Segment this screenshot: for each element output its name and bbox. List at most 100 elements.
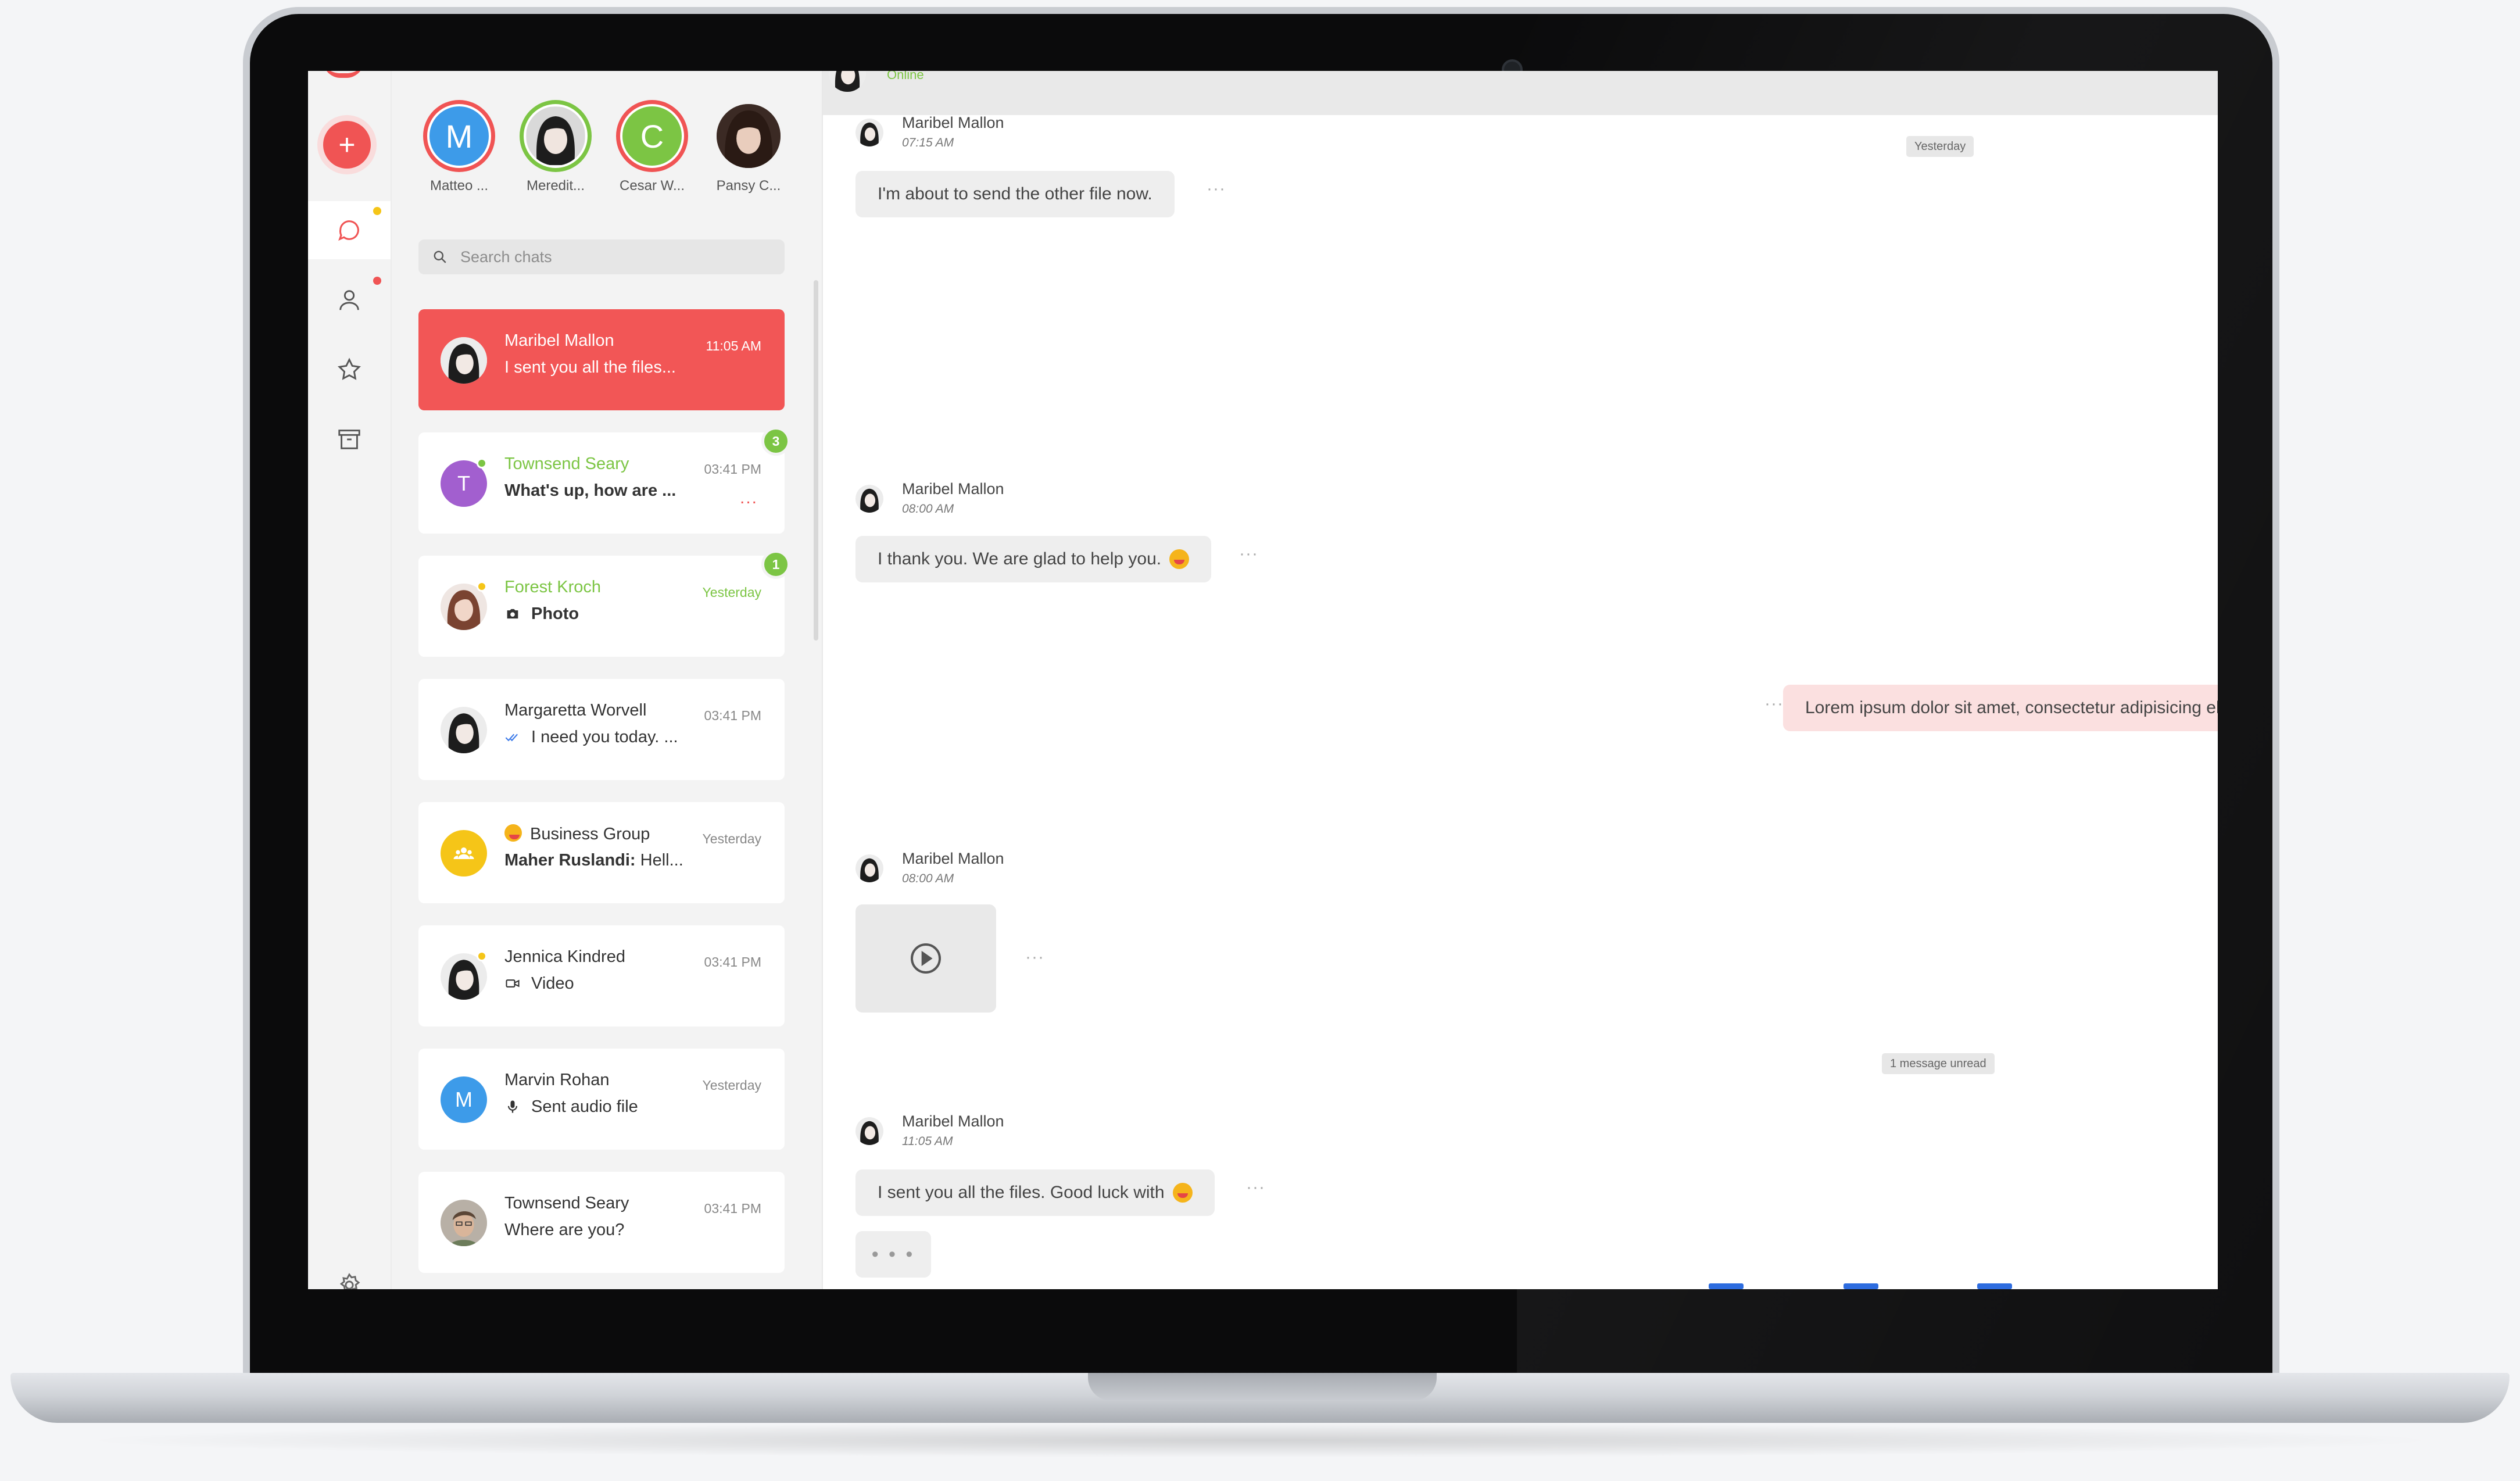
chat-preview: Sent audio file [531, 1097, 638, 1116]
avatar [717, 104, 781, 168]
portrait-icon [527, 107, 585, 165]
message-more-button[interactable]: ··· [1246, 1178, 1265, 1197]
chat-item[interactable]: Forest Kroch Photo Yesterday 1 [418, 550, 790, 657]
chat-name: Business Group [530, 825, 650, 843]
new-chat-button[interactable]: + [323, 121, 371, 169]
chat-name: Townsend Seary [504, 1194, 629, 1212]
avatar [855, 119, 883, 146]
message-time: 11:05 AM [902, 1135, 953, 1148]
nav-chats[interactable] [308, 201, 391, 259]
video-attachment[interactable] [855, 904, 996, 1013]
story-item[interactable]: Pansy C... [708, 100, 789, 194]
portrait-icon [829, 71, 866, 92]
chat-item[interactable]: Jennica Kindred Video 03:41 PM [418, 925, 785, 1026]
nav-rail: + [308, 71, 392, 1289]
composer-peek [1977, 1283, 2012, 1289]
chats-scrollbar[interactable] [814, 280, 818, 641]
chat-preview: I need you today. ... [531, 728, 678, 746]
chat-time: Yesterday [702, 1078, 761, 1093]
conversation-pane: Online Yesterday Maribel Mallon 07:15 AM… [823, 71, 2218, 1289]
chat-name: Margaretta Worvell [504, 701, 647, 720]
chat-time: 03:41 PM [704, 462, 761, 477]
chat-preview-row: Video [504, 974, 574, 993]
message-text: I sent you all the files. Good luck with [878, 1183, 1165, 1202]
portrait-icon [717, 104, 781, 168]
smiling-face-icon [1172, 1183, 1193, 1203]
avatar [441, 337, 487, 384]
smiling-face-icon [1169, 549, 1190, 569]
avatar [855, 854, 883, 882]
chat-time: 03:41 PM [704, 954, 761, 970]
gear-icon[interactable] [336, 1272, 363, 1289]
portrait-icon [441, 707, 487, 753]
message-time: 08:00 AM [902, 872, 954, 885]
star-icon [338, 357, 361, 380]
story-item[interactable]: Meredit... [515, 100, 596, 194]
plus-icon: + [338, 128, 356, 161]
chat-time: 11:05 AM [706, 338, 761, 353]
portrait-icon [441, 337, 487, 384]
composer-peek [1844, 1283, 1878, 1289]
microphone-icon [507, 1100, 518, 1113]
app-screen: + M Matteo ... Meredit... C Cesar W... P… [308, 71, 2218, 1289]
message-time: 08:00 AM [902, 502, 954, 516]
avatar [441, 707, 487, 753]
chat-time: Yesterday [702, 585, 761, 600]
nav-contacts[interactable] [308, 271, 391, 329]
laptop-shadow [70, 1423, 2450, 1458]
avatar [855, 1117, 883, 1145]
chat-item[interactable]: T Townsend Seary What's up, how are ... … [418, 427, 790, 534]
search-input[interactable]: Search chats [460, 248, 552, 266]
message-bubble[interactable]: I thank you. We are glad to help you. [855, 536, 1212, 582]
message-bubble[interactable]: I sent you all the files. Good luck with [855, 1169, 1215, 1216]
play-circle-icon[interactable] [907, 940, 944, 977]
chat-item[interactable]: Townsend Seary Where are you? 03:41 PM [418, 1172, 785, 1273]
avatar: M [441, 1076, 487, 1123]
nav-archive[interactable] [308, 410, 391, 468]
chat-time: Yesterday [702, 831, 761, 846]
search-icon [434, 251, 446, 263]
laptop-notch [1088, 1373, 1437, 1401]
chat-preview-row: Maher Ruslandi: Hell... [504, 851, 683, 870]
message-more-button[interactable]: ··· [1239, 544, 1258, 564]
user-icon [339, 290, 359, 310]
message-more-button[interactable]: ··· [1207, 179, 1226, 199]
chat-preview: Hell... [635, 851, 683, 870]
date-separator: Yesterday [1906, 136, 1974, 157]
message-more-button[interactable]: ··· [1764, 694, 1784, 714]
portrait-icon [855, 485, 883, 513]
chat-time: 03:41 PM [704, 708, 761, 723]
video-camera-icon [506, 979, 520, 988]
outgoing-message-bubble[interactable]: Lorem ipsum dolor sit amet, consectetur … [1783, 685, 2218, 731]
unread-badge: 1 [761, 550, 790, 579]
portrait-icon [855, 854, 883, 882]
message-text: I'm about to send the other file now. [878, 184, 1152, 203]
online-status: Online [887, 71, 924, 82]
sender-name: Maribel Mallon [902, 114, 1004, 131]
chat-name: Forest Kroch [504, 578, 601, 596]
smiling-face-icon [504, 824, 522, 842]
sender-name: Maribel Mallon [902, 480, 1004, 498]
chat-item[interactable]: Maribel Mallon I sent you all the files.… [418, 309, 785, 410]
group-icon [453, 847, 474, 859]
chat-item[interactable]: Business Group Maher Ruslandi: Hell... Y… [418, 802, 785, 903]
message-bubble[interactable]: I'm about to send the other file now. [855, 171, 1175, 217]
story-item[interactable]: C Cesar W... [611, 100, 693, 194]
stories-row: M Matteo ... Meredit... C Cesar W... Pan… [418, 100, 814, 216]
chat-preview: Photo [531, 604, 579, 623]
story-item[interactable]: M Matteo ... [418, 100, 500, 194]
chat-preview: Video [531, 974, 574, 993]
chat-item[interactable]: Margaretta Worvell I need you today. ...… [418, 679, 785, 780]
chat-name: Maribel Mallon [504, 331, 614, 350]
conversation-header: Online [823, 71, 2218, 115]
search-bar[interactable]: Search chats [418, 239, 785, 274]
away-status-dot [477, 581, 487, 592]
message-more-button[interactable]: ··· [1025, 947, 1044, 967]
nav-favorites[interactable] [308, 341, 391, 399]
chat-name-row: Business Group [504, 824, 650, 844]
app-logo [323, 71, 364, 78]
unread-separator: 1 message unread [1882, 1053, 1995, 1074]
avatar [829, 71, 866, 92]
chats-pane: M Matteo ... Meredit... C Cesar W... Pan… [392, 71, 823, 1289]
chat-item[interactable]: M Marvin Rohan Sent audio file Yesterday [418, 1049, 785, 1150]
